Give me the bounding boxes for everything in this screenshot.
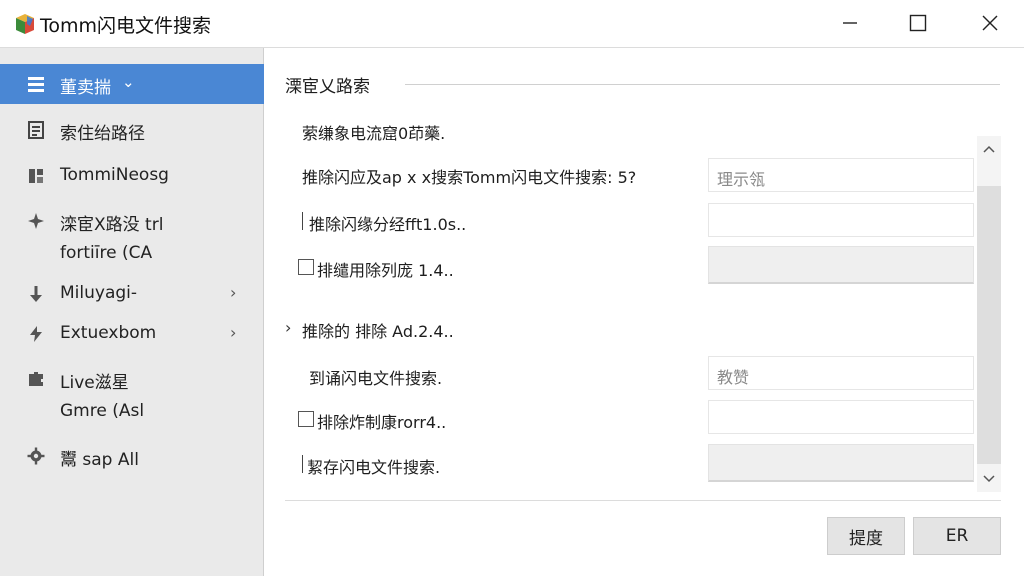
option-label: 到诵闪电文件搜索. xyxy=(309,369,443,388)
menu-lines-icon xyxy=(28,77,44,92)
gear-icon xyxy=(27,447,45,465)
sidebar-item-label: TommiNeosg xyxy=(60,165,169,185)
footer-divider xyxy=(285,500,1001,501)
bolt-icon xyxy=(30,326,42,342)
expander-label[interactable]: 推除的 排除 Ad.2.4.. xyxy=(302,318,454,342)
sparkle-icon xyxy=(28,213,44,229)
scroll-down-button[interactable] xyxy=(977,468,1001,490)
ok-button[interactable]: 提度 xyxy=(827,517,905,555)
sidebar-item-paths[interactable]: 索住绐路径 xyxy=(0,110,264,150)
grid-icon xyxy=(29,169,43,183)
option-label: 排缱用除列庞 1.4.. xyxy=(317,261,454,280)
disabled-field[interactable] xyxy=(708,444,974,482)
disabled-field[interactable] xyxy=(708,246,974,284)
sidebar-item-sublabel: Gmre (Asl xyxy=(60,401,145,421)
option-checkbox[interactable] xyxy=(298,411,314,427)
scroll-thumb[interactable] xyxy=(977,186,1001,464)
sidebar-item-label: 鬻 sap All xyxy=(60,450,139,470)
chevron-down-icon: ⌄ xyxy=(122,73,135,91)
input-field[interactable]: 教赞 xyxy=(708,356,974,390)
sidebar-item-tomm[interactable]: TommiNeosg xyxy=(0,156,264,196)
minimize-button[interactable] xyxy=(820,0,880,46)
chevron-right-icon[interactable]: › xyxy=(285,318,291,337)
window-title: Tomm闪电文件搜索 xyxy=(40,15,212,37)
main-panel: 溧宦乂路索 萦缣象电流窟0茚藥. 推除闪应及ap x x搜索Tomm闪电文件搜索… xyxy=(265,48,1024,576)
section-divider xyxy=(405,84,1000,85)
option-label: 推除闪应及ap x x搜索Tomm闪电文件搜索: 5? xyxy=(302,168,637,187)
title-bar: Tomm闪电文件搜索 xyxy=(0,0,1024,48)
sidebar-item-label: Extuexbom xyxy=(60,323,157,343)
section-title: 溧宦乂路索 xyxy=(285,72,378,97)
vertical-scrollbar[interactable] xyxy=(977,136,1001,492)
value-field[interactable] xyxy=(708,400,974,434)
chevron-right-icon: › xyxy=(230,283,237,302)
sidebar-item-label: 董卖揣 xyxy=(60,78,111,98)
option-label: 絜存闪电文件搜索. xyxy=(307,458,441,477)
sidebar: 董卖揣 ⌄ 索住绐路径 TommiNeosg 滦宦X路没 trl fortiīr… xyxy=(0,48,264,576)
sidebar-item-ranking[interactable]: 滦宦X路没 trl fortiīre (CA xyxy=(0,202,264,268)
document-icon xyxy=(28,121,44,139)
puzzle-icon xyxy=(29,372,43,386)
sidebar-item-extensions[interactable]: Extuexbom › xyxy=(0,314,264,354)
option-label: 推除闪缘分经fft1.0s.. xyxy=(309,215,467,234)
option-label: 萦缣象电流窟0茚藥. xyxy=(302,124,446,143)
scroll-up-button[interactable] xyxy=(977,138,1001,160)
display-field[interactable]: 理示瓴 xyxy=(708,158,974,192)
sidebar-item-sublabel: fortiīre (CA xyxy=(60,243,153,263)
cancel-button[interactable]: ER xyxy=(913,517,1001,555)
sidebar-item-label: Live滋星 xyxy=(60,373,129,393)
sidebar-item-live[interactable]: Live滋星 Gmre (Asl xyxy=(0,360,264,426)
arrow-down-icon xyxy=(30,286,42,302)
option-label: 排除炸制康rorr4.. xyxy=(317,413,447,432)
chevron-up-icon xyxy=(983,145,995,153)
chevron-right-icon: › xyxy=(230,323,237,342)
minimize-icon xyxy=(843,22,857,24)
close-icon xyxy=(982,15,998,31)
sidebar-item-settings[interactable]: 鬻 sap All xyxy=(0,436,264,476)
text-cursor xyxy=(302,455,303,473)
maximize-icon xyxy=(909,14,927,32)
sidebar-item-primary[interactable]: 董卖揣 ⌄ xyxy=(0,64,264,104)
sidebar-item-label: 滦宦X路没 trl xyxy=(60,215,164,235)
close-button[interactable] xyxy=(960,0,1020,46)
option-checkbox[interactable] xyxy=(298,259,314,275)
maximize-button[interactable] xyxy=(888,0,948,46)
app-icon xyxy=(16,14,34,34)
sidebar-item-miluyagi[interactable]: Miluyagi- › xyxy=(0,274,264,314)
sidebar-item-label: Miluyagi- xyxy=(60,283,138,303)
value-field[interactable] xyxy=(708,203,974,237)
sidebar-item-label: 索住绐路径 xyxy=(60,124,145,144)
text-cursor xyxy=(302,212,303,230)
chevron-down-icon xyxy=(983,475,995,483)
